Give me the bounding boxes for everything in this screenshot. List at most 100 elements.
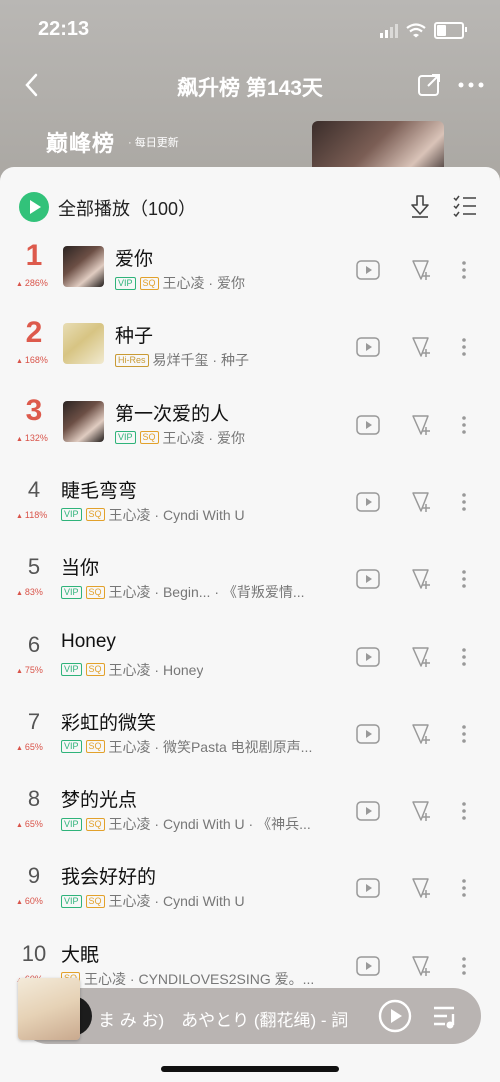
trend-percent: 65% xyxy=(16,819,43,829)
song-rank: 2 xyxy=(25,316,43,350)
add-to-playlist-icon[interactable] xyxy=(411,954,433,978)
add-to-playlist-icon[interactable] xyxy=(411,490,433,514)
song-more-icon[interactable] xyxy=(458,413,470,437)
quality-badge: SQ xyxy=(139,276,159,290)
song-title: 第一次爱的人 xyxy=(115,403,230,425)
trend-percent: 168% xyxy=(16,355,48,365)
player-play-icon[interactable] xyxy=(378,999,412,1033)
share-icon[interactable] xyxy=(416,72,442,98)
trend-percent: 132% xyxy=(16,433,48,443)
song-artist-album: 王心凌 · Honey xyxy=(108,661,204,678)
song-meta: VIP SQ 王心凌 · Cyndi With U xyxy=(61,891,340,911)
quality-badge: VIP xyxy=(115,276,136,290)
quality-badge: SQ xyxy=(85,663,105,676)
song-meta: VIP SQ 王心凌 · Cyndi With U · 《神兵... xyxy=(61,814,340,834)
song-row[interactable]: 7 65% 彩虹的微笑 VIPSQ王心凌 · 微笑Pasta 电视剧原声... xyxy=(0,699,500,776)
video-icon[interactable] xyxy=(356,801,380,821)
video-icon[interactable] xyxy=(356,646,380,667)
video-icon[interactable] xyxy=(356,569,380,589)
quality-badge: Hi-Res xyxy=(115,353,149,367)
song-more-icon[interactable] xyxy=(458,954,470,978)
video-icon[interactable] xyxy=(356,724,380,744)
add-to-playlist-icon[interactable] xyxy=(411,645,433,669)
song-more-icon[interactable] xyxy=(458,876,470,900)
song-cover-image xyxy=(63,400,104,442)
song-meta: VIP SQ 王心凌 · 爱你 xyxy=(115,273,340,293)
video-icon[interactable] xyxy=(356,492,380,512)
song-row[interactable]: 5 83% 当你 VIPSQ王心凌 · Begin... · 《背叛爱情... xyxy=(0,544,500,621)
song-artist-album: 王心凌 · Cyndi With U xyxy=(108,893,245,910)
video-icon[interactable] xyxy=(356,878,380,899)
song-rank: 1 xyxy=(25,239,43,272)
song-more-icon[interactable] xyxy=(458,490,470,514)
trend-percent: 286% xyxy=(16,278,48,288)
add-to-playlist-icon[interactable] xyxy=(411,799,433,823)
song-more-icon[interactable] xyxy=(458,567,470,591)
add-to-playlist-icon[interactable] xyxy=(411,413,433,437)
play-all-icon[interactable] xyxy=(19,192,49,222)
song-rank: 6 xyxy=(27,631,41,657)
video-icon[interactable] xyxy=(356,955,380,976)
quality-badge: VIP xyxy=(61,817,82,831)
song-artist-album: 王心凌 · Begin... · 《背叛爱情... xyxy=(108,584,305,601)
song-artist-album: 王心凌 · 微笑Pasta 电视剧原声... xyxy=(108,738,313,755)
song-rank: 10 xyxy=(21,940,47,966)
more-icon[interactable] xyxy=(456,72,486,98)
video-icon[interactable] xyxy=(356,414,380,435)
song-artist-album: 王心凌 · CYNDILOVES2SING 爱。... xyxy=(84,970,315,987)
song-row[interactable]: 6 75% Honey VIPSQ王心凌 · Honey xyxy=(0,622,500,699)
trend-percent: 60% xyxy=(16,896,43,906)
quality-badge: SQ xyxy=(85,894,105,908)
video-icon[interactable] xyxy=(356,260,380,280)
song-title: 我会好好的 xyxy=(61,867,157,889)
song-rank: 8 xyxy=(27,786,41,812)
quality-badge: SQ xyxy=(85,508,105,522)
play-all-button[interactable]: 全部播放（100） xyxy=(58,195,196,221)
quality-badge: VIP xyxy=(61,740,82,754)
trend-percent: 75% xyxy=(16,665,43,675)
add-to-playlist-icon[interactable] xyxy=(411,335,433,359)
song-title: 梦的光点 xyxy=(61,790,138,812)
multi-select-icon[interactable] xyxy=(452,193,478,219)
play-all-bar: 全部播放（100） xyxy=(0,167,500,245)
song-row[interactable]: 8 65% 梦的光点VIPSQ王心凌 · Cyndi With U · 《神兵... xyxy=(0,776,500,853)
song-more-icon[interactable] xyxy=(458,335,470,359)
song-more-icon[interactable] xyxy=(458,258,470,282)
song-row[interactable]: 4 118% 睫毛弯弯 VIPSQ王心凌 · Cyndi With U xyxy=(0,467,500,544)
song-title: 大眠 xyxy=(61,944,100,966)
status-bar: 22:13 xyxy=(0,0,500,60)
quality-badge: SQ xyxy=(85,585,105,599)
video-icon[interactable] xyxy=(356,337,380,358)
add-to-playlist-icon[interactable] xyxy=(411,722,433,746)
song-title: 爱你 xyxy=(115,249,154,270)
song-row[interactable]: 2 168% 种子 Hi-Res易烊千玺 · 种子 xyxy=(0,312,500,389)
add-to-playlist-icon[interactable] xyxy=(411,258,433,282)
song-row[interactable]: 960%我会好好的VIPSQ王心凌 · Cyndi With U xyxy=(0,853,500,930)
song-artist-album: 王心凌 · 爱你 xyxy=(162,429,245,446)
song-rank: 5 xyxy=(27,554,41,580)
download-icon[interactable] xyxy=(408,193,432,219)
song-title: Honey xyxy=(61,630,116,652)
song-title: 当你 xyxy=(61,558,100,580)
song-artist-album: 易烊千玺 · 种子 xyxy=(152,352,249,369)
song-row[interactable]: 1 286% 爱你 VIPSQ王心凌 · 爱你 xyxy=(0,235,500,312)
song-meta: VIP SQ 王心凌 · Cyndi With U xyxy=(61,505,340,525)
song-title: 睫毛弯弯 xyxy=(61,480,138,502)
add-to-playlist-icon[interactable] xyxy=(411,567,433,591)
nav-bar: 飙升榜 第143天 xyxy=(0,62,500,108)
player-cover-image[interactable] xyxy=(18,978,80,1040)
quality-badge: VIP xyxy=(61,663,82,676)
song-more-icon[interactable] xyxy=(458,645,470,669)
song-meta: VIP SQ 王心凌 · 爱你 xyxy=(115,428,340,448)
song-more-icon[interactable] xyxy=(458,722,470,746)
add-to-playlist-icon[interactable] xyxy=(411,876,433,900)
trend-percent: 83% xyxy=(16,587,43,597)
song-title: 种子 xyxy=(115,326,154,348)
song-row[interactable]: 3 132% 第一次爱的人 VIPSQ王心凌 · 爱你 xyxy=(0,390,500,467)
song-more-icon[interactable] xyxy=(458,799,470,823)
quality-badge: SQ xyxy=(85,817,105,831)
quality-badge: VIP xyxy=(61,585,82,599)
playlist-icon[interactable] xyxy=(432,1004,460,1030)
now-playing-text[interactable]: ま み お) あやとり (翻花绳) - 詞 xyxy=(98,1006,370,1031)
update-note: · 每日更新 xyxy=(128,137,179,149)
